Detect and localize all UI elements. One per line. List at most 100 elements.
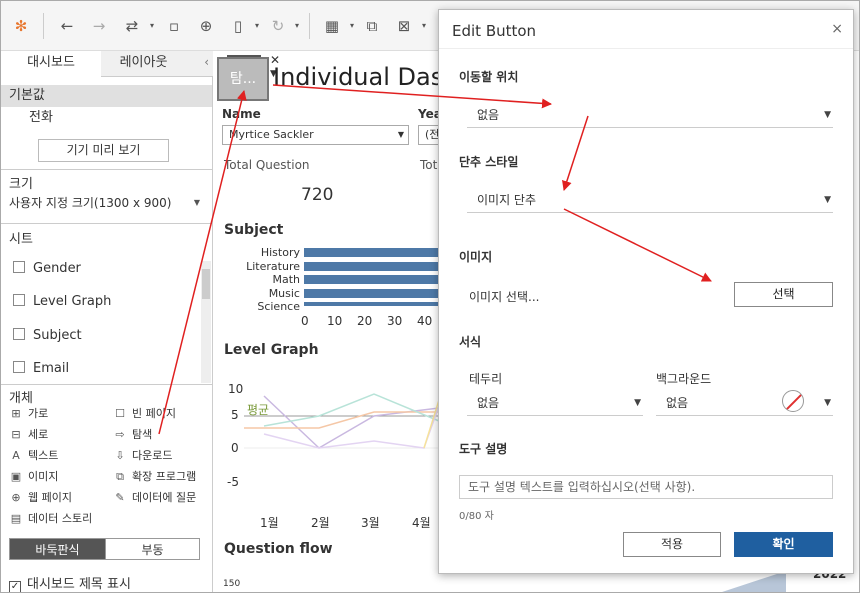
level-graph-title: Level Graph [224,342,319,358]
horizontal-container-icon: ⊞ [11,407,21,420]
undo-icon[interactable]: ← [56,15,78,37]
tab-layout[interactable]: 레이아웃 [101,51,186,77]
replay-dropdown-icon[interactable]: ▾ [141,15,163,37]
new-worksheet-icon[interactable]: ▦ [321,15,343,37]
text-icon: A [12,449,20,462]
duplicate-icon[interactable]: ⧉ [361,15,383,37]
globe-icon: ⊕ [11,491,21,504]
device-preview-button[interactable]: 기기 미리 보기 [38,139,169,162]
button-style-label: 단추 스타일 [459,155,519,169]
object-image[interactable]: ▣ 이미지 [10,469,59,485]
sheets-scrollbar[interactable] [201,261,211,383]
object-label: 빈 페이지 [132,407,176,420]
size-dropdown[interactable]: 사용자 지정 크기(1300 x 900) ▼ [9,193,204,213]
collapse-pane-icon[interactable]: ‹ [204,55,209,69]
tableau-logo-icon[interactable]: ✻ [10,15,32,37]
bar[interactable] [304,261,438,271]
object-label: 데이터에 질문 [132,491,197,504]
divider [1,169,212,170]
navigation-button-object[interactable]: 탐... [217,57,269,101]
chevron-down-icon: ▼ [193,198,200,207]
object-label: 다운로드 [132,449,173,462]
chevron-down-icon: ▼ [824,110,831,120]
border-value: 없음 [477,396,500,410]
object-extension[interactable]: ⧉ 확장 프로그램 [114,469,196,485]
y-tick-label: 10 [228,382,244,396]
sheet-label: Subject [33,328,82,343]
clear-dropdown-icon[interactable]: ▾ [413,15,435,37]
tab-dashboard[interactable]: 대시보드 [1,51,101,77]
sheet-item-email[interactable]: Email [13,359,69,373]
layout-mode-tiled[interactable]: 바둑판식 [9,538,106,560]
chevron-down-icon: ▼ [397,130,404,139]
sheet-item-subject[interactable]: Subject [13,326,82,346]
x-tick-label: 0 [301,314,309,328]
new-worksheet-dropdown-icon[interactable]: ▾ [341,15,363,37]
background-dropdown[interactable]: 없음 ▼ [656,392,833,416]
extension-icon: ⧉ [116,470,124,483]
objects-section-title: 개체 [9,391,33,406]
worksheet-icon [13,294,25,306]
replay-icon[interactable]: ⇄ [121,15,143,37]
object-web-page[interactable]: ⊕ 웹 페이지 [10,490,72,506]
dashboard-title: Individual Dash [273,63,459,91]
pause-dropdown-icon[interactable]: ▾ [246,15,268,37]
bar[interactable] [304,288,438,298]
new-datasource-icon[interactable]: ⊕ [195,15,217,37]
clear-icon[interactable]: ⊠ [393,15,415,37]
x-tick-label: 3월 [361,516,380,530]
size-section-title: 크기 [9,177,33,192]
save-icon[interactable]: ▫ [163,15,185,37]
button-style-dropdown[interactable]: 이미지 단추 ▼ [467,189,833,213]
close-icon[interactable]: × [831,21,843,37]
scrollbar-thumb[interactable] [202,269,210,299]
no-color-swatch-icon[interactable] [782,390,804,412]
refresh-dropdown-icon[interactable]: ▾ [286,15,308,37]
object-data-story[interactable]: ▤ 데이터 스토리 [10,511,92,527]
y-tick-label: 0 [231,441,239,455]
series-line [244,411,439,429]
show-dashboard-title-checkbox[interactable]: ✓ 대시보드 제목 표시 [9,573,131,592]
tooltip-input[interactable]: 도구 설명 텍스트를 입력하십시오(선택 사항). [459,475,833,499]
left-pane: 대시보드 레이아웃 ‹ 기본값 전화 기기 미리 보기 크기 사용자 지정 크기… [1,51,213,592]
object-vertical[interactable]: ⊟ 세로 [10,427,48,443]
border-dropdown[interactable]: 없음 ▼ [467,392,643,416]
x-tick-label: 20 [357,314,373,328]
dialog-divider [439,48,853,49]
x-tick-label: 1월 [260,516,279,530]
name-filter-value: Myrtice Sackler [229,128,314,141]
name-filter-dropdown[interactable]: Myrtice Sackler ▼ [222,125,409,145]
tooltip-label: 도구 설명 [459,442,508,456]
object-ask-data[interactable]: ✎ 데이터에 질문 [114,490,196,506]
ok-button[interactable]: 확인 [734,532,833,557]
bar-label: Science [257,300,300,310]
navigate-to-dropdown[interactable]: 없음 ▼ [467,104,833,128]
object-download[interactable]: ⇩ 다운로드 [114,448,172,464]
device-phone[interactable]: 전화 [1,107,212,129]
apply-button[interactable]: 적용 [623,532,721,557]
tooltip-char-counter: 0/80 자 [459,511,494,522]
layout-mode-floating[interactable]: 부동 [105,538,200,560]
total-question-label-2: Tot [420,158,438,172]
object-label: 확장 프로그램 [132,470,197,483]
redo-icon[interactable]: → [88,15,110,37]
bar[interactable] [304,302,438,306]
object-horizontal[interactable]: ⊞ 가로 [10,406,48,422]
year-filter-dropdown[interactable]: (전 [418,125,440,145]
level-line-chart [244,393,444,449]
object-blank[interactable]: ☐ 빈 페이지 [114,406,176,422]
y-tick-label: 150 [223,579,241,589]
bar-label: Music [268,286,300,300]
sheet-item-level-graph[interactable]: Level Graph [13,292,111,312]
bar[interactable] [304,275,438,284]
border-label: 테두리 [469,372,503,386]
app-window: ✻ ← → ⇄ ▾ ▫ ⊕ ▯ ▾ ↻ ▾ ▦ ▾ ⧉ ⊠ ▾ 대시보드 레이아… [0,0,860,593]
subject-chart-title: Subject [224,222,284,238]
checkbox-check-icon: ✓ [9,581,21,592]
choose-image-button[interactable]: 선택 [734,282,833,307]
bar[interactable] [304,248,438,257]
object-text[interactable]: A 텍스트 [10,448,58,464]
object-navigation[interactable]: ⇨ 탐색 [114,427,152,443]
device-default[interactable]: 기본값 [1,85,212,107]
sheet-item-gender[interactable]: Gender [13,259,81,279]
